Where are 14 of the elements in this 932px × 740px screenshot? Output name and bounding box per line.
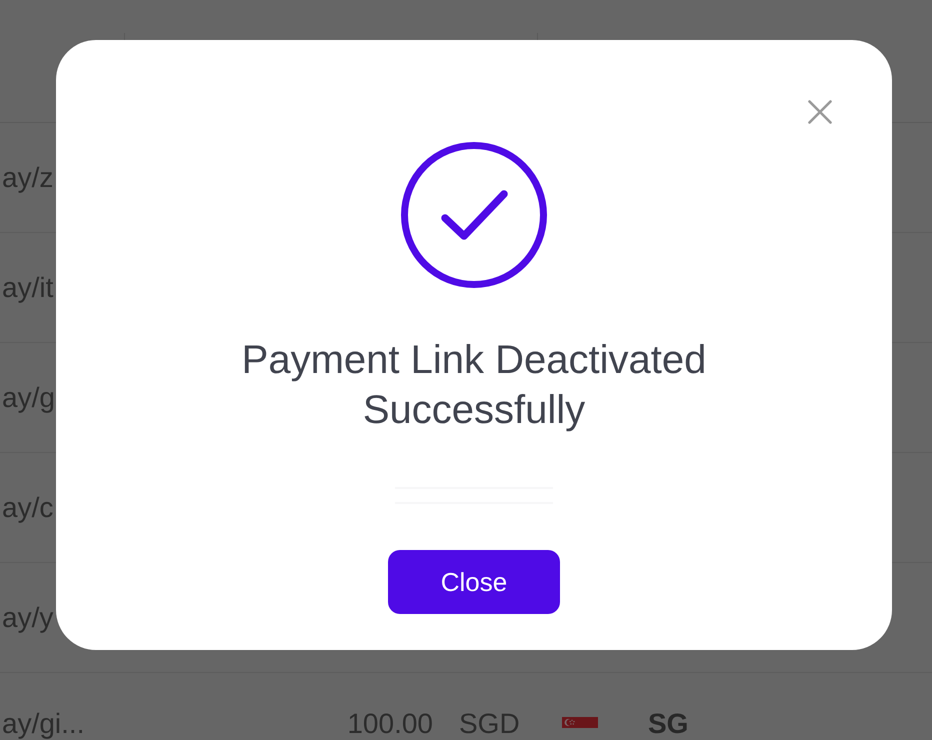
link-text: ay/g: [1, 384, 55, 412]
link-text: ay/y: [1, 604, 54, 632]
country-code: SG: [648, 710, 688, 738]
currency-code: SGD: [459, 710, 520, 738]
flag-icon: [562, 717, 598, 728]
check-circle-icon: [401, 142, 547, 288]
link-text: ay/z: [1, 164, 54, 192]
link-text: ay/c: [1, 494, 54, 522]
close-icon[interactable]: [808, 100, 832, 124]
close-button[interactable]: Close: [388, 550, 560, 614]
amount-text: 100.00: [347, 710, 433, 738]
link-text: ay/gi...: [1, 710, 84, 738]
link-text: ay/it: [1, 274, 54, 302]
dialog-title: Payment Link Deactivated Successfully: [240, 337, 708, 434]
